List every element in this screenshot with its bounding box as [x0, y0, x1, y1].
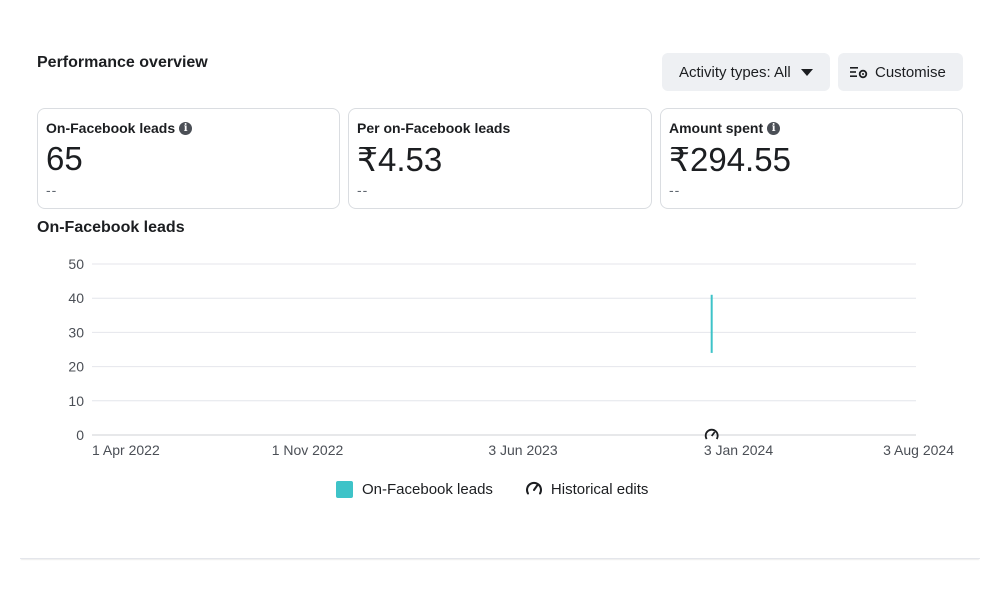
y-tick-label: 0 — [76, 427, 84, 443]
chart-legend: On-Facebook leads Historical edits — [336, 480, 648, 498]
y-tick-label: 10 — [68, 393, 84, 409]
leads-chart: 0 10 20 30 40 50 1 Apr 2022 1 Nov 2022 3 Jun 202… — [68, 256, 954, 458]
historical-edit-arc — [704, 428, 719, 440]
legend-swatch-leads — [336, 480, 353, 498]
x-tick-label: 1 Nov 2022 — [272, 442, 344, 458]
historical-edit-icon — [525, 481, 542, 495]
x-tick-label: 1 Apr 2022 — [92, 442, 160, 458]
x-tick-label: 3 Jun 2023 — [488, 442, 557, 458]
y-tick-label: 50 — [68, 256, 84, 272]
x-tick-label: 3 Jan 2024 — [704, 442, 773, 458]
y-tick-label: 40 — [68, 290, 84, 306]
historical-edit-marker-icon[interactable] — [704, 428, 719, 440]
legend-item-historical-edits[interactable]: Historical edits — [525, 480, 649, 498]
y-tick-label: 30 — [68, 324, 84, 340]
y-tick-label: 20 — [68, 359, 84, 375]
x-tick-label: 3 Aug 2024 — [883, 442, 954, 458]
legend-label-leads: On-Facebook leads — [362, 480, 493, 498]
legend-label-historical-edits: Historical edits — [550, 480, 649, 498]
legend-item-leads[interactable]: On-Facebook leads — [336, 480, 493, 498]
